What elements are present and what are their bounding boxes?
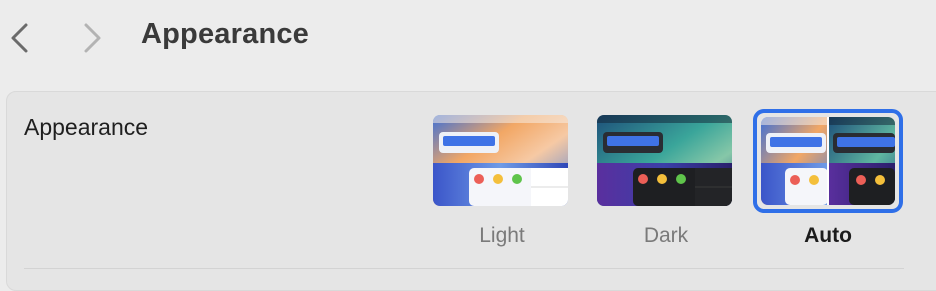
dark-option-label: Dark [643, 224, 689, 247]
toolbar: Appearance [0, 0, 936, 78]
chevron-right-icon [84, 23, 101, 53]
auto-option-label: Auto [804, 224, 852, 247]
dark-thumbnail-frame [592, 110, 740, 212]
auto-thumbnail-frame-selected [753, 109, 903, 213]
appearance-row-label: Appearance [24, 114, 149, 140]
row-divider [24, 268, 904, 269]
auto-thumbnail [761, 117, 895, 205]
back-button[interactable] [5, 20, 35, 56]
light-option-label: Light [479, 224, 525, 247]
forward-button[interactable] [77, 20, 107, 56]
chevron-left-icon [11, 23, 28, 53]
light-thumbnail [433, 115, 568, 206]
dark-thumbnail [597, 115, 732, 206]
light-thumbnail-frame [428, 110, 576, 212]
page-title: Appearance [141, 18, 310, 50]
